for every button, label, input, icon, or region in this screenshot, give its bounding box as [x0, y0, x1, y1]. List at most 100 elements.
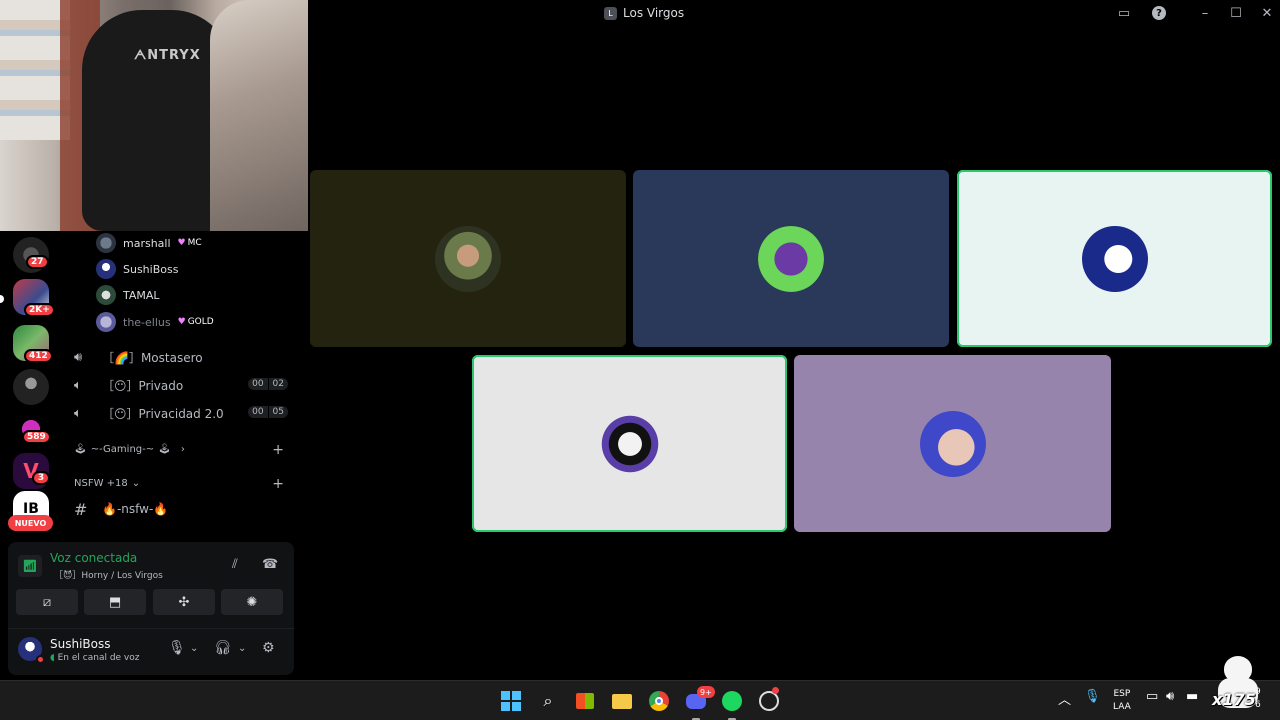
category-gaming[interactable]: 🕹︎ ~-Gaming-~ 🕹︎ › [74, 444, 185, 455]
window-title-text: Los Virgos [623, 6, 685, 20]
participant-tile-4[interactable] [472, 355, 787, 532]
joystick-icon: 🕹︎ [74, 444, 87, 455]
category-name: ~-Gaming-~ [90, 444, 155, 455]
avatar [96, 259, 116, 279]
category-name: NSFW +18 [74, 478, 128, 489]
add-channel-button[interactable]: + [272, 476, 284, 492]
avatar [96, 285, 116, 305]
voice-panel: 📶︎ Voz conectada ［😈］Horny / Los Virgos ⫽… [8, 542, 294, 675]
voice-member[interactable]: SushiBoss [96, 259, 178, 279]
channel-name: ［🌈］Mostasero [102, 350, 203, 365]
user-limit: 05 [268, 406, 288, 418]
headphones-icon[interactable]: 🎧︎ [214, 640, 232, 656]
voice-channel-mostasero[interactable]: 🔊︎ ［🌈］Mostasero [74, 346, 288, 368]
hashtag-icon: # [74, 499, 88, 519]
minimize-button[interactable]: – [1195, 4, 1215, 22]
keyboard-layout: LAA [1113, 702, 1131, 712]
category-nsfw[interactable]: NSFW +18 ⌄ [74, 478, 140, 489]
help-icon[interactable]: ? [1149, 4, 1169, 22]
microphone-in-use-icon[interactable]: 🎙︎ [1084, 689, 1101, 704]
inbox-icon[interactable]: ▭ [1114, 4, 1134, 22]
voice-member[interactable]: marshall ♥ MC [96, 233, 202, 253]
file-explorer-icon[interactable] [610, 689, 634, 713]
heart-icon: ♥ [177, 238, 186, 248]
channel-name: 🔥-nsfw-🔥 [102, 502, 169, 516]
battery-icon[interactable]: ▬ [1186, 689, 1198, 704]
notification-dot [772, 687, 779, 694]
microphone-icon[interactable]: 🎙︎ [168, 640, 186, 656]
noise-suppression-icon[interactable]: ⫽ [232, 557, 238, 572]
chevron-right-icon: › [180, 444, 185, 455]
close-button[interactable]: ✕ [1257, 4, 1277, 22]
user-name[interactable]: SushiBoss [50, 637, 111, 651]
maximize-button[interactable]: ☐ [1226, 4, 1246, 22]
person [210, 0, 308, 231]
camera-off-button[interactable]: ⧄ [16, 589, 78, 615]
speaker-icon: ◖ [50, 653, 55, 663]
voice-channel-privado[interactable]: 🔈︎ ［😶］Privado 00 02 [74, 374, 288, 396]
participant-tile-1[interactable] [310, 170, 626, 347]
start-button[interactable] [499, 689, 523, 713]
mic-options-chevron-icon[interactable]: ⌄ [190, 643, 198, 654]
participant-tile-2[interactable] [633, 170, 949, 347]
settings-gear-icon[interactable]: ⚙ [262, 640, 275, 656]
network-icon[interactable]: ▭ [1146, 689, 1158, 704]
watermark-text: x175 [1212, 690, 1256, 709]
store-icon[interactable] [573, 689, 597, 713]
voice-channel-privacidad[interactable]: 🔈︎ ［😶］Privacidad 2.0 00 05 [74, 402, 288, 424]
server-icon-4[interactable] [13, 369, 49, 405]
soundboard-button[interactable]: ✺ [221, 589, 283, 615]
voice-member[interactable]: TAMAL [96, 285, 160, 305]
search-icon[interactable]: ⌕ [536, 689, 560, 713]
member-role-tag: ♥ MC [178, 238, 202, 248]
chrome-icon[interactable] [647, 689, 671, 713]
participant-avatar [919, 410, 986, 477]
server-badge-5: 589 [22, 430, 51, 444]
disconnect-icon[interactable]: ☎︎ [262, 557, 278, 572]
user-limit: 02 [268, 378, 288, 390]
discord-badge: 9+ [697, 686, 715, 698]
desktop-pet-dog[interactable]: x175 [1212, 656, 1262, 712]
speaker-icon: 🔊︎ [74, 349, 83, 365]
discord-window: L Los Virgos ▭ ? – ☐ ✕ ᗅNTRYX 27 2K+ 412… [0, 0, 1280, 720]
locked-speaker-icon: 🔈︎ [74, 405, 82, 421]
show-hidden-icons-chevron-icon[interactable]: ︿ [1058, 689, 1071, 708]
server-badge-2: 2K+ [24, 303, 55, 317]
screen-share-button[interactable]: ⬒ [84, 589, 146, 615]
input-language[interactable]: ESP LAA [1113, 688, 1131, 714]
locked-speaker-icon: 🔈︎ [74, 377, 82, 393]
joystick-icon: 🕹︎ [158, 444, 171, 455]
voice-member[interactable]: the-ellus ♥ GOLD [96, 312, 214, 332]
participant-avatar [435, 225, 501, 292]
member-name: marshall [123, 236, 171, 250]
voice-status[interactable]: Voz conectada [50, 551, 137, 565]
soundboard-icon: ✺ [246, 594, 258, 610]
chevron-down-icon: ⌄ [131, 478, 141, 489]
audio-options-chevron-icon[interactable]: ⌄ [238, 643, 246, 654]
member-role-label: MC [187, 238, 202, 248]
text-channel-nsfw[interactable]: # 🔥-nsfw-🔥 [74, 498, 288, 520]
server-badge-6: 3 [32, 471, 50, 485]
title-bar: L Los Virgos ▭ ? – ☐ ✕ [308, 0, 1280, 27]
participant-avatar [758, 225, 824, 292]
server-badge-3: 412 [24, 349, 53, 363]
windows-icon [501, 691, 521, 711]
user-limit-counter: 00 02 [248, 378, 288, 390]
activities-button[interactable]: ✣ [153, 589, 215, 615]
user-status-text: En el canal de voz [57, 653, 140, 663]
add-channel-button[interactable]: + [272, 442, 284, 458]
channel-list: marshall ♥ MC SushiBoss TAMAL the-ellus ♥… [62, 231, 300, 541]
voice-location[interactable]: ［😈］Horny / Los Virgos [54, 568, 163, 581]
member-role-tag: ♥ GOLD [178, 317, 214, 327]
signal-icon: 📶︎ [18, 555, 42, 577]
participant-tile-5[interactable] [794, 355, 1111, 532]
spotify-icon[interactable] [720, 689, 744, 713]
server-badge-1: 27 [26, 255, 49, 269]
heart-icon: ♥ [177, 317, 186, 327]
user-panel: SushiBoss ◖ En el canal de voz 🎙︎ ⌄ 🎧︎ ⌄… [8, 628, 294, 675]
user-count: 00 [248, 378, 269, 390]
webcam-overlay: ᗅNTRYX [0, 0, 308, 231]
volume-icon[interactable]: 🔊︎ [1166, 689, 1174, 704]
participant-tile-3[interactable] [957, 170, 1272, 347]
channel-name: ［😶］Privado [102, 378, 184, 393]
